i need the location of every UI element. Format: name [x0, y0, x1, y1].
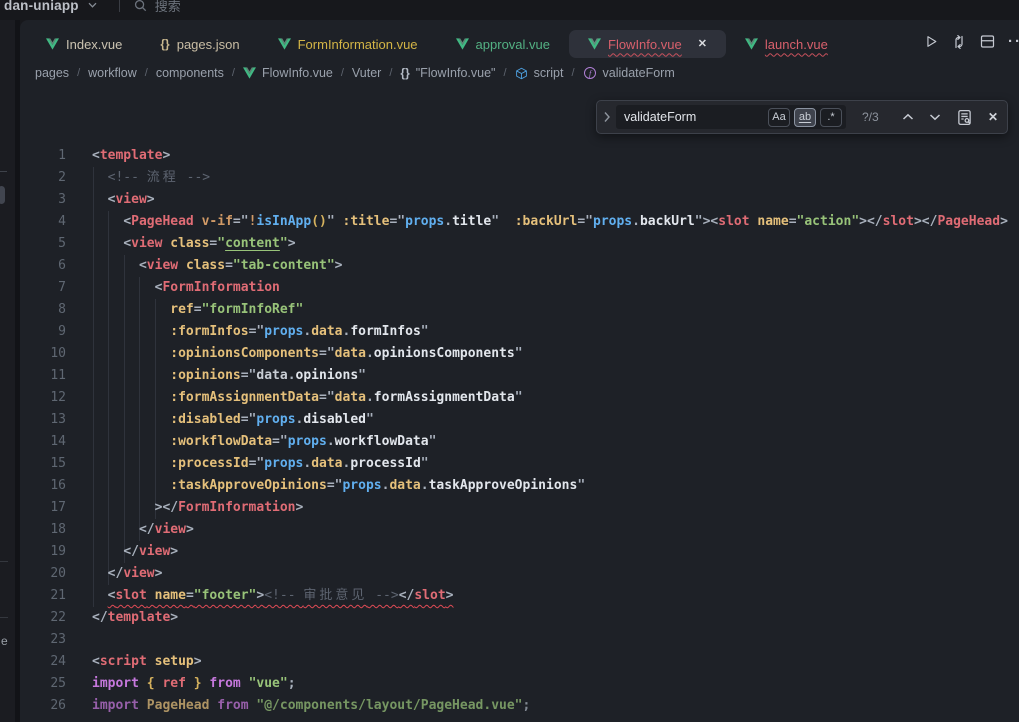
code-line: <view class="tab-content"> — [92, 255, 342, 277]
line-number: 9 — [20, 321, 66, 343]
code-line: <view> — [92, 189, 155, 211]
sidebar-drag-handle[interactable] — [0, 186, 5, 204]
code-line: :formAssignmentData="data.formAssignment… — [92, 387, 523, 409]
search-icon — [134, 0, 147, 12]
line-number: 10 — [20, 343, 66, 365]
code-line: <view class="content"> — [92, 233, 296, 255]
chevron-down-icon — [88, 2, 97, 8]
code-line: :disabled="props.disabled" — [92, 409, 374, 431]
code-line: :taskApproveOpinions="props.data.taskApp… — [92, 475, 585, 497]
line-number: 4 — [20, 211, 66, 233]
code-line: <template> — [92, 145, 170, 167]
line-number: 23 — [20, 629, 66, 651]
line-number: 25 — [20, 673, 66, 695]
line-number: 18 — [20, 519, 66, 541]
sidebar-text-fragment: e — [1, 634, 8, 648]
code-line: :formInfos="props.data.formInfos" — [92, 321, 429, 343]
line-number: 2 — [20, 167, 66, 189]
project-selector[interactable]: dan-uniapp — [4, 0, 79, 13]
code-line: import PageHead from "@/components/layou… — [92, 695, 530, 717]
line-number: 24 — [20, 651, 66, 673]
code-line: :processId="props.data.processId" — [92, 453, 429, 475]
previous-match-icon[interactable] — [902, 113, 914, 121]
line-number: 20 — [20, 563, 66, 585]
search-placeholder: 搜索 — [155, 0, 181, 15]
next-match-icon[interactable] — [929, 113, 941, 121]
find-input-box: Aaab.* — [616, 105, 846, 129]
code-line: <PageHead v-if="!isInApp()" :title="prop… — [92, 211, 1008, 233]
code-line: </view> — [92, 519, 194, 541]
find-close-icon[interactable]: ✕ — [988, 110, 998, 124]
line-number: 1 — [20, 145, 66, 167]
divider — [119, 0, 120, 12]
line-number: 3 — [20, 189, 66, 211]
line-number: 15 — [20, 453, 66, 475]
line-number: 21 — [20, 585, 66, 607]
code-line: <FormInformation — [92, 277, 280, 299]
line-number: 8 — [20, 299, 66, 321]
code-line: :opinionsComponents="data.opinionsCompon… — [92, 343, 523, 365]
line-number: 12 — [20, 387, 66, 409]
line-number: 5 — [20, 233, 66, 255]
line-number: 22 — [20, 607, 66, 629]
line-number: 7 — [20, 277, 66, 299]
code-line: :opinions="data.opinions" — [92, 365, 366, 387]
find-option-ab[interactable]: ab — [794, 108, 816, 127]
find-in-selection-icon[interactable] — [956, 109, 973, 126]
find-option-Aa[interactable]: Aa — [768, 108, 790, 127]
global-search-box[interactable]: 搜索 — [134, 0, 181, 15]
find-option-.*[interactable]: .* — [820, 108, 842, 127]
find-match-count: ?/3 — [862, 110, 890, 124]
code-line: <!-- 流程 --> — [92, 167, 210, 189]
sidebar-fragment-line — [0, 561, 8, 562]
code-line: <script setup> — [92, 651, 202, 673]
code-line: ></FormInformation> — [92, 497, 303, 519]
code-line: <slot name="footer"><!-- 审批意见 --></slot> — [92, 585, 453, 607]
toggle-replace-icon[interactable] — [600, 101, 614, 133]
line-number: 17 — [20, 497, 66, 519]
code-line: </view> — [92, 563, 162, 585]
code-line: import { ref } from "vue"; — [92, 673, 296, 695]
sidebar-fragment-line — [0, 171, 7, 172]
line-number: 19 — [20, 541, 66, 563]
editor-panel: Index.vue{}pages.jsonFormInformation.vue… — [20, 20, 1019, 722]
code-line: :workflowData="props.workflowData" — [92, 431, 436, 453]
line-number: 6 — [20, 255, 66, 277]
ide-window: dan-uniapp 搜索 e Index.vue{}pages.jsonFor… — [0, 0, 1019, 722]
line-number: 14 — [20, 431, 66, 453]
line-number: 16 — [20, 475, 66, 497]
title-bar: dan-uniapp 搜索 — [0, 0, 1019, 20]
find-input[interactable] — [624, 110, 764, 124]
find-widget: Aaab.* ?/3 ✕ — [596, 100, 1008, 134]
sidebar-fragment-line — [0, 617, 8, 618]
find-options: Aaab.* — [764, 108, 842, 127]
code-line: </template> — [92, 607, 178, 629]
code-line: ref="formInfoRef" — [92, 299, 303, 321]
line-number: 26 — [20, 695, 66, 717]
line-number: 13 — [20, 409, 66, 431]
line-number: 11 — [20, 365, 66, 387]
code-line: </view> — [92, 541, 178, 563]
